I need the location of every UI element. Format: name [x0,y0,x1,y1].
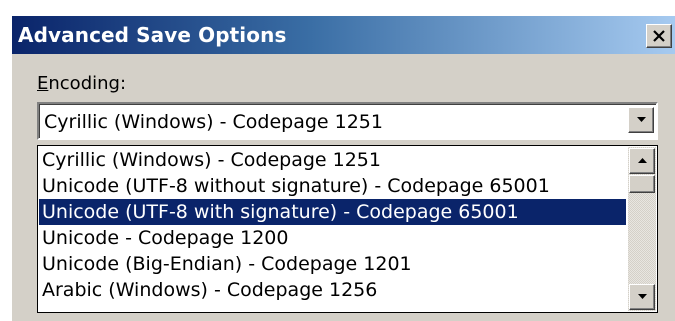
encoding-option[interactable]: Unicode - Codepage 1200 [39,225,626,251]
encoding-option[interactable]: Unicode (Big-Endian) - Codepage 1201 [39,251,626,277]
encoding-option[interactable]: Unicode (UTF-8 without signature) - Code… [39,173,626,199]
chevron-up-icon [638,158,647,163]
encoding-label-mnemonic: E [37,73,49,94]
encoding-label-text: ncoding: [48,73,127,94]
scroll-up-button[interactable] [629,148,655,174]
list-scrollbar[interactable] [628,147,656,311]
chevron-down-icon [637,117,646,122]
scroll-down-button[interactable] [629,284,655,310]
dialog-title: Advanced Save Options [18,23,287,47]
encoding-options-list[interactable]: Cyrillic (Windows) - Codepage 1251 Unico… [37,145,658,313]
dropdown-button[interactable] [628,107,654,133]
encoding-option[interactable]: Cyrillic (Windows) - Codepage 1251 [39,147,626,173]
encoding-option[interactable]: Arabic (Windows) - Codepage 1256 [39,277,626,303]
scroll-thumb[interactable] [629,175,655,193]
close-button[interactable] [646,24,672,48]
encoding-selected-value: Cyrillic (Windows) - Codepage 1251 [44,111,383,133]
encoding-dropdown[interactable]: Cyrillic (Windows) - Codepage 1251 [37,102,658,140]
title-bar[interactable]: Advanced Save Options [12,16,675,54]
encoding-label: Encoding: [37,73,126,94]
close-icon [653,30,665,42]
encoding-option-selected[interactable]: Unicode (UTF-8 with signature) - Codepag… [39,199,626,225]
advanced-save-options-dialog: Advanced Save Options Encoding: Cyrillic… [10,14,675,321]
chevron-down-icon [638,294,647,299]
